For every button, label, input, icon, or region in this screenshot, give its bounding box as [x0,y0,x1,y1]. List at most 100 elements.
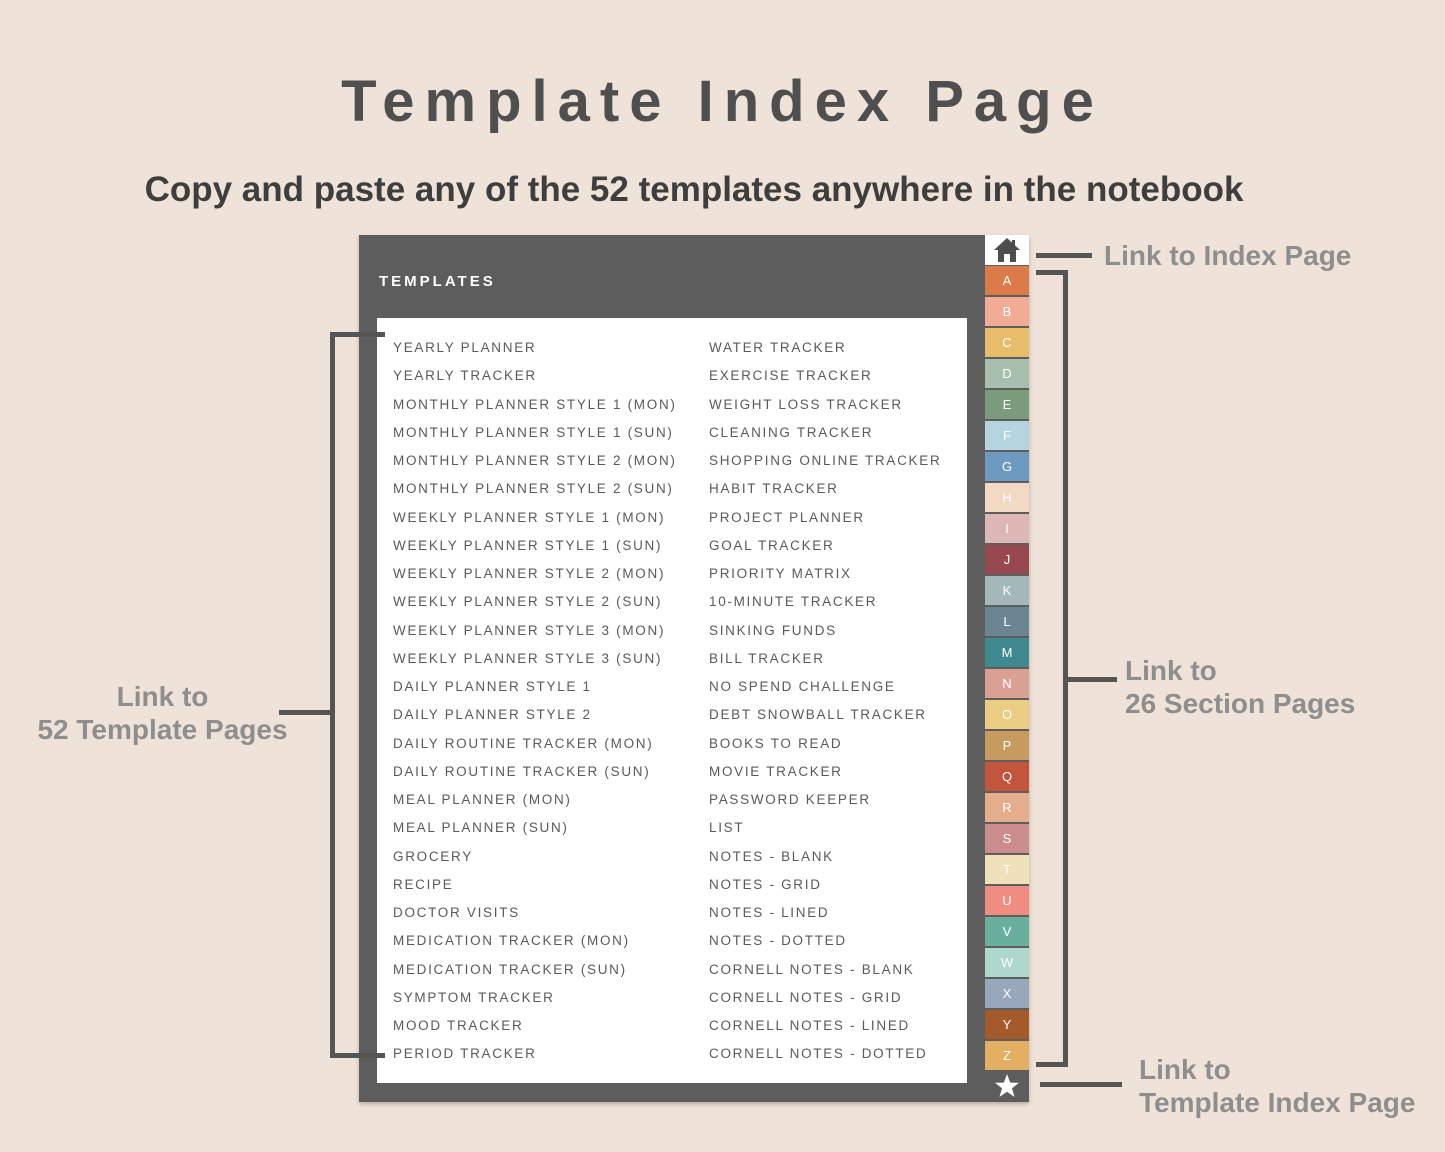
template-link[interactable]: NOTES - DOTTED [709,927,941,955]
template-link[interactable]: BOOKS TO READ [709,730,941,758]
section-tab-d[interactable]: D [985,359,1029,388]
template-column-right: WATER TRACKER EXERCISE TRACKER WEIGHT LOSS… [709,334,941,1069]
template-column-left: YEARLY PLANNER YEARLY TRACKER MONTHLY PLAN… [393,334,677,1069]
section-tab-p[interactable]: P [985,731,1029,760]
template-link[interactable]: DOCTOR VISITS [393,899,677,927]
template-link[interactable]: DAILY PLANNER STYLE 1 [393,673,677,701]
template-link[interactable]: PERIOD TRACKER [393,1040,677,1068]
template-link[interactable]: WEEKLY PLANNER STYLE 2 (MON) [393,560,677,588]
template-link[interactable]: CLEANING TRACKER [709,419,941,447]
section-tab-v[interactable]: V [985,917,1029,946]
section-tab-z[interactable]: Z [985,1041,1029,1070]
section-tab-t[interactable]: T [985,855,1029,884]
template-link[interactable]: CORNELL NOTES - GRID [709,984,941,1012]
template-link[interactable]: YEARLY PLANNER [393,334,677,362]
template-link[interactable]: WEEKLY PLANNER STYLE 1 (SUN) [393,532,677,560]
template-index-tab[interactable] [985,1071,1029,1101]
template-link[interactable]: GOAL TRACKER [709,532,941,560]
section-tab-k[interactable]: K [985,576,1029,605]
section-tab-s[interactable]: S [985,824,1029,853]
template-link[interactable]: RECIPE [393,871,677,899]
template-link[interactable]: NOTES - BLANK [709,843,941,871]
home-tab[interactable] [985,235,1029,265]
template-link[interactable]: MOOD TRACKER [393,1012,677,1040]
template-link[interactable]: SHOPPING ONLINE TRACKER [709,447,941,475]
template-link[interactable]: BILL TRACKER [709,645,941,673]
section-tab-e[interactable]: E [985,390,1029,419]
notebook-page: TEMPLATES YEARLY PLANNER YEARLY TRACKER MO… [359,235,1029,1102]
template-link[interactable]: WEIGHT LOSS TRACKER [709,391,941,419]
template-bracket-top [330,332,385,337]
template-link[interactable]: CORNELL NOTES - LINED [709,1012,941,1040]
template-link[interactable]: SINKING FUNDS [709,617,941,645]
section-tab-i[interactable]: I [985,514,1029,543]
section-tab-j[interactable]: J [985,545,1029,574]
template-link[interactable]: SYMPTOM TRACKER [393,984,677,1012]
section-tab-m[interactable]: M [985,638,1029,667]
template-bracket-vertical [330,332,335,1058]
template-link[interactable]: NOTES - LINED [709,899,941,927]
template-link[interactable]: YEARLY TRACKER [393,362,677,390]
template-link[interactable]: MONTHLY PLANNER STYLE 2 (SUN) [393,475,677,503]
section-tab-x[interactable]: X [985,979,1029,1008]
template-link[interactable]: MEDICATION TRACKER (SUN) [393,956,677,984]
template-link[interactable]: MEDICATION TRACKER (MON) [393,927,677,955]
section-tab-l[interactable]: L [985,607,1029,636]
template-pages-line-1: Link to [116,681,209,712]
section-tab-a[interactable]: A [985,266,1029,295]
template-pages-line-2: 52 Template Pages [37,714,288,745]
template-link[interactable]: LIST [709,814,941,842]
section-tab-b[interactable]: B [985,297,1029,326]
template-link[interactable]: WEEKLY PLANNER STYLE 2 (SUN) [393,588,677,616]
template-link[interactable]: WEEKLY PLANNER STYLE 3 (SUN) [393,645,677,673]
template-link[interactable]: MONTHLY PLANNER STYLE 2 (MON) [393,447,677,475]
section-bracket-bottom [1036,1062,1068,1067]
section-tab-y[interactable]: Y [985,1010,1029,1039]
section-tab-h[interactable]: H [985,483,1029,512]
template-link[interactable]: MOVIE TRACKER [709,758,941,786]
template-index-line-2: Template Index Page [1139,1087,1416,1118]
template-link[interactable]: WEEKLY PLANNER STYLE 1 (MON) [393,504,677,532]
template-link[interactable]: WEEKLY PLANNER STYLE 3 (MON) [393,617,677,645]
template-link[interactable]: DAILY ROUTINE TRACKER (MON) [393,730,677,758]
section-tab-g[interactable]: G [985,452,1029,481]
letter-tabs: ABCDEFGHIJKLMNOPQRSTUVWXYZ [985,266,1029,1072]
home-icon [994,238,1020,262]
section-link-line-2: 26 Section Pages [1125,688,1356,719]
template-link[interactable]: NOTES - GRID [709,871,941,899]
template-link[interactable]: CORNELL NOTES - DOTTED [709,1040,941,1068]
template-link[interactable]: DAILY PLANNER STYLE 2 [393,701,677,729]
section-tab-r[interactable]: R [985,793,1029,822]
template-link[interactable]: NO SPEND CHALLENGE [709,673,941,701]
template-pages-annotation: Link to 52 Template Pages [20,680,305,746]
template-link[interactable]: PRIORITY MATRIX [709,560,941,588]
section-tab-u[interactable]: U [985,886,1029,915]
template-link[interactable]: WATER TRACKER [709,334,941,362]
section-tab-c[interactable]: C [985,328,1029,357]
page-subtitle: Copy and paste any of the 52 templates a… [144,170,1244,209]
section-tab-f[interactable]: F [985,421,1029,450]
template-link[interactable]: EXERCISE TRACKER [709,362,941,390]
templates-panel: YEARLY PLANNER YEARLY TRACKER MONTHLY PLAN… [377,318,967,1083]
section-tab-q[interactable]: Q [985,762,1029,791]
index-link-annotation: Link to Index Page [1104,240,1352,271]
template-link[interactable]: DAILY ROUTINE TRACKER (SUN) [393,758,677,786]
template-link[interactable]: DEBT SNOWBALL TRACKER [709,701,941,729]
template-index-annotation: Link to Template Index Page [1139,1053,1415,1119]
section-link-annotation: Link to 26 Section Pages [1125,654,1355,720]
template-link[interactable]: PROJECT PLANNER [709,504,941,532]
template-link[interactable]: HABIT TRACKER [709,475,941,503]
template-link[interactable]: MONTHLY PLANNER STYLE 1 (SUN) [393,419,677,447]
section-tab-o[interactable]: O [985,700,1029,729]
template-link[interactable]: MEAL PLANNER (SUN) [393,814,677,842]
template-link[interactable]: PASSWORD KEEPER [709,786,941,814]
template-link[interactable]: MONTHLY PLANNER STYLE 1 (MON) [393,391,677,419]
section-tab-n[interactable]: N [985,669,1029,698]
template-link[interactable]: GROCERY [393,843,677,871]
template-link[interactable]: 10-MINUTE TRACKER [709,588,941,616]
section-tab-w[interactable]: W [985,948,1029,977]
templates-header: TEMPLATES [379,273,496,290]
template-link[interactable]: CORNELL NOTES - BLANK [709,956,941,984]
template-link[interactable]: MEAL PLANNER (MON) [393,786,677,814]
section-tab-strip: ABCDEFGHIJKLMNOPQRSTUVWXYZ [985,235,1029,1102]
